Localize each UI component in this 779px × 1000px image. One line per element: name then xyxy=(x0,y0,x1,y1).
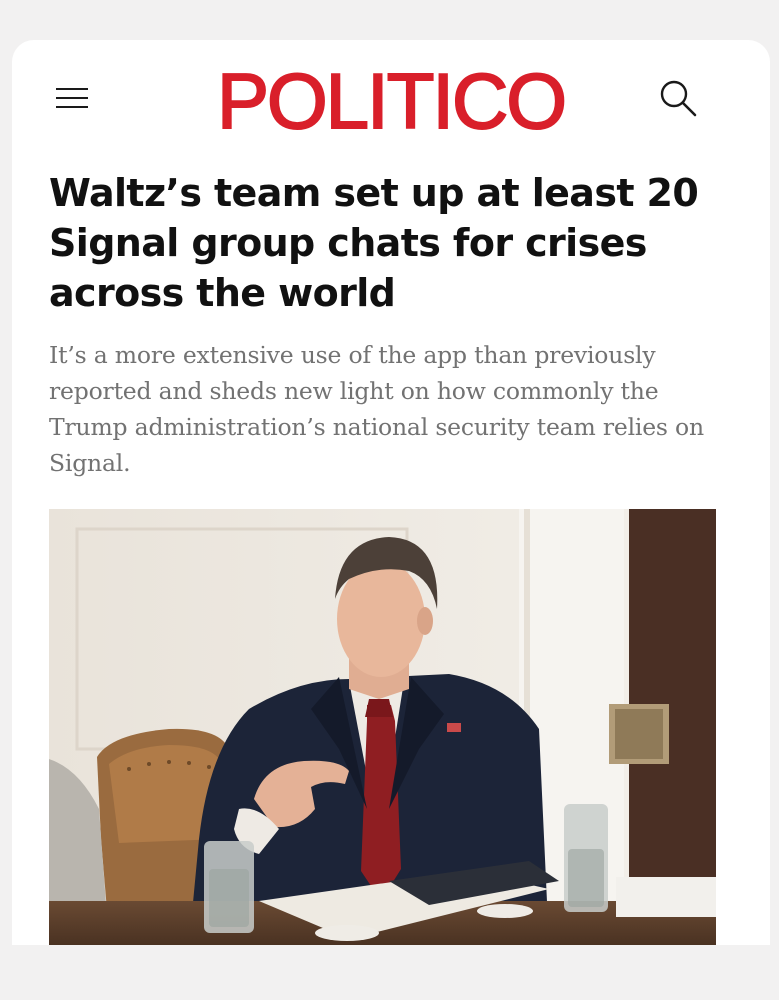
search-icon[interactable] xyxy=(657,78,699,120)
article-dek: It’s a more extensive use of the app tha… xyxy=(49,341,704,477)
article-card: POLITICO Waltz’s team set up at least 20… xyxy=(12,40,770,945)
site-header: POLITICO xyxy=(12,40,770,160)
article-photo[interactable] xyxy=(49,509,716,945)
article-headline[interactable]: Waltz’s team set up at least 20 Signal g… xyxy=(49,168,739,318)
